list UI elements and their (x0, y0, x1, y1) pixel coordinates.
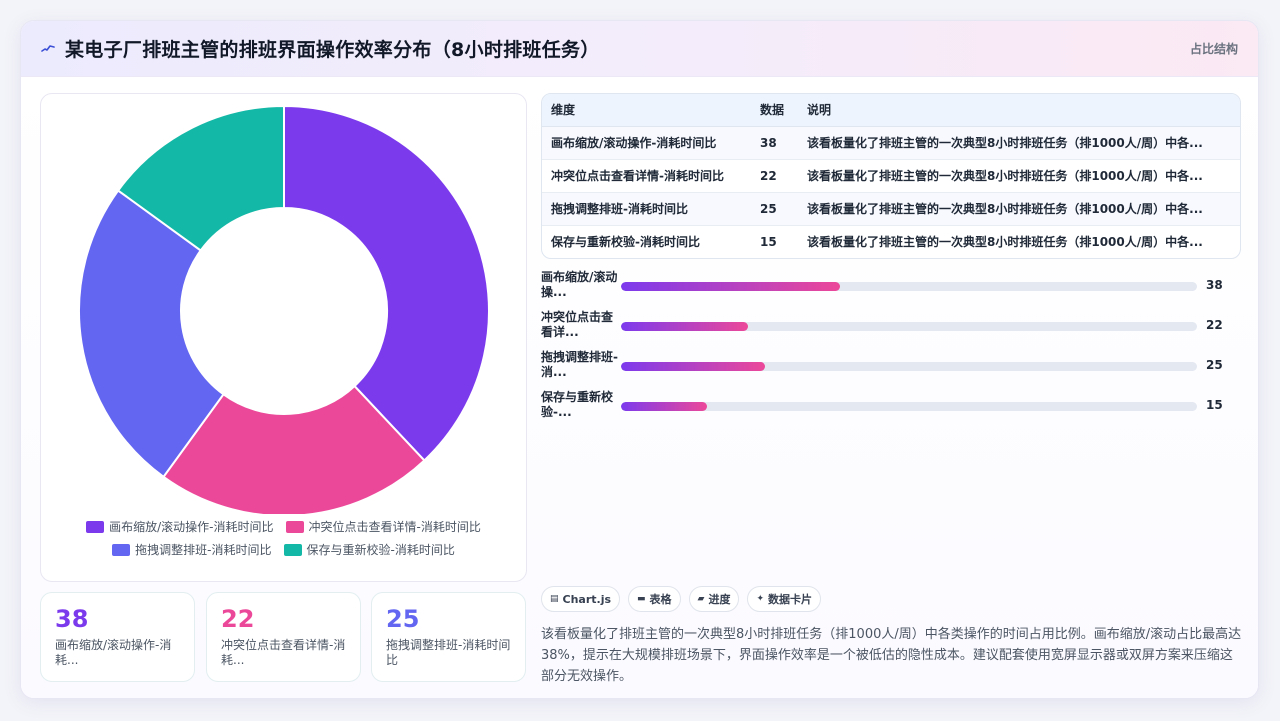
slice-canvas-zoom[interactable] (283, 104, 490, 462)
progress-fill (621, 322, 748, 331)
table-icon: ▬ (637, 594, 646, 604)
legend-label: 冲突位点击查看详情-消耗时间比 (308, 520, 481, 534)
cell-note: 该看板量化了排班主管的一次典型8小时排班任务（排1000人/周）中各... (798, 192, 1240, 226)
donut-chart (78, 104, 490, 514)
progress-value: 22 (1206, 318, 1223, 332)
legend-swatch (112, 543, 131, 556)
progress-value: 38 (1206, 278, 1223, 292)
progress-fill (621, 282, 840, 291)
chart-legend: 画布缩放/滚动操作-消耗时间比 冲突位点击查看详情-消耗时间比拖拽调整排班-消耗时… (41, 518, 526, 558)
stat-card-drag: 25 拖拽调整排班-消耗时间比 (371, 592, 526, 682)
progress-track (621, 362, 1197, 371)
progress-value: 25 (1206, 358, 1223, 372)
cell-dimension: 保存与重新校验-消耗时间比 (551, 235, 700, 250)
cell-note: 该看板量化了排班主管的一次典型8小时排班任务（排1000人/周）中各... (807, 235, 1203, 250)
progress-row: 保存与重新校验-... 15 (541, 390, 1241, 432)
data-table: 维度 数据 说明 画布缩放/滚动操作-消耗时间比 38 该看板量化了排班主管的一… (541, 93, 1241, 259)
progress-label: 冲突位点击查看详... (541, 310, 614, 339)
progress-label: 画布缩放/滚动操... (541, 270, 618, 299)
stat-label: 冲突位点击查看详情-消耗... (221, 638, 346, 667)
chart-icon: ▤ (550, 594, 559, 604)
description-text: 该看板量化了排班主管的一次典型8小时排班任务（排1000人/周）中各类操作的时间… (541, 627, 1242, 684)
progress-track (621, 322, 1197, 331)
column-header: 数据 (751, 94, 798, 127)
legend-item[interactable]: 冲突位点击查看详情-消耗时间比 (285, 518, 481, 535)
cell-value: 15 (760, 234, 777, 249)
table-header-row: 维度 数据 说明 (542, 94, 1240, 127)
table-row: 画布缩放/滚动操作-消耗时间比 38 该看板量化了排班主管的一次典型8小时排班任… (542, 126, 1240, 160)
legend-item[interactable]: 画布缩放/滚动操作-消耗时间比 (86, 518, 274, 535)
stat-card-canvas: 38 画布缩放/滚动操作-消耗... (40, 592, 195, 682)
tag-chartjs[interactable]: ▤ Chart.js (541, 586, 621, 612)
cell-dimension: 拖拽调整排班-消耗时间比 (542, 192, 751, 226)
tag-label: Chart.js (562, 592, 612, 606)
sparkle-icon: ✦ (756, 594, 765, 604)
tag-label: 数据卡片 (768, 593, 813, 606)
progress-value: 15 (1206, 398, 1223, 412)
tag-progress[interactable]: ▰ 进度 (688, 586, 740, 612)
legend-item[interactable]: 拖拽调整排班-消耗时间比 (112, 541, 272, 558)
header-bar: 某电子厂排班主管的排班界面操作效率分布（8小时排班任务） 占比结构 (21, 21, 1258, 77)
page-title: 某电子厂排班主管的排班界面操作效率分布（8小时排班任务） (65, 39, 600, 61)
stat-label: 拖拽调整排班-消耗时间比 (386, 638, 511, 667)
cell-value: 25 (751, 192, 798, 226)
chart-type-badge: 占比结构 (1189, 42, 1238, 56)
table-row: 保存与重新校验-消耗时间比 15 该看板量化了排班主管的一次典型8小时排班任务（… (542, 225, 1240, 258)
cell-note: 该看板量化了排班主管的一次典型8小时排班任务（排1000人/周）中各... (798, 159, 1240, 193)
header-title-group: 某电子厂排班主管的排班界面操作效率分布（8小时排班任务） (41, 35, 600, 62)
progress-bars: 画布缩放/滚动操... 38 冲突位点击查看详... 22 拖拽调整排班-消..… (541, 270, 1241, 432)
stat-value: 25 (386, 605, 420, 633)
table-row: 冲突位点击查看详情-消耗时间比 22 该看板量化了排班主管的一次典型8小时排班任… (542, 159, 1240, 193)
progress-row: 冲突位点击查看详... 22 (541, 310, 1241, 352)
cell-dimension: 画布缩放/滚动操作-消耗时间比 (542, 126, 751, 160)
tech-tags: ▤ Chart.js ▬ 表格 ▰ 进度 ✦ 数据卡片 (541, 586, 822, 612)
cell-value: 38 (751, 126, 798, 160)
legend-label: 保存与重新校验-消耗时间比 (306, 543, 455, 557)
cell-value: 22 (751, 159, 798, 193)
legend-item[interactable]: 保存与重新校验-消耗时间比 (283, 541, 455, 558)
body-area: 画布缩放/滚动操作-消耗时间比 冲突位点击查看详情-消耗时间比 拖拽调整排班-消耗时… (21, 78, 1258, 698)
cell-note: 该看板量化了排班主管的一次典型8小时排班任务（排1000人/周）中各... (798, 126, 1240, 160)
tag-table[interactable]: ▬ 表格 (628, 586, 681, 612)
cell-dimension: 冲突位点击查看详情-消耗时间比 (542, 159, 751, 193)
progress-row: 画布缩放/滚动操... 38 (541, 270, 1241, 312)
progress-row: 拖拽调整排班-消... 25 (541, 350, 1241, 392)
column-header: 维度 (542, 94, 751, 127)
stat-label: 画布缩放/滚动操作-消耗... (55, 638, 172, 667)
tag-label: 表格 (649, 593, 672, 606)
donut-chart-panel: 画布缩放/滚动操作-消耗时间比 冲突位点击查看详情-消耗时间比拖拽调整排班-消耗时… (40, 93, 527, 582)
legend-swatch (285, 520, 304, 533)
table-row: 拖拽调整排班-消耗时间比 25 该看板量化了排班主管的一次典型8小时排班任务（排… (542, 192, 1240, 226)
legend-swatch (283, 543, 302, 556)
stat-value: 22 (221, 605, 255, 633)
legend-swatch (86, 520, 105, 533)
stat-card-conflict: 22 冲突位点击查看详情-消耗... (206, 592, 361, 682)
dashboard-card: 某电子厂排班主管的排班界面操作效率分布（8小时排班任务） 占比结构 画布缩放/滚… (20, 20, 1259, 699)
tag-data-card[interactable]: ✦ 数据卡片 (747, 586, 822, 612)
stat-value: 38 (55, 605, 89, 633)
progress-track (621, 282, 1197, 291)
progress-label: 拖拽调整排班-消... (541, 350, 618, 379)
progress-track (621, 402, 1197, 411)
progress-icon: ▰ (697, 594, 705, 604)
column-header: 说明 (798, 94, 1240, 127)
progress-fill (621, 362, 765, 371)
progress-fill (621, 402, 708, 411)
pulse-icon (41, 44, 55, 52)
legend-label: 画布缩放/滚动操作-消耗时间比 (109, 520, 274, 534)
tag-label: 进度 (708, 593, 731, 606)
progress-label: 保存与重新校验-... (541, 390, 614, 419)
legend-label: 拖拽调整排班-消耗时间比 (135, 543, 272, 557)
